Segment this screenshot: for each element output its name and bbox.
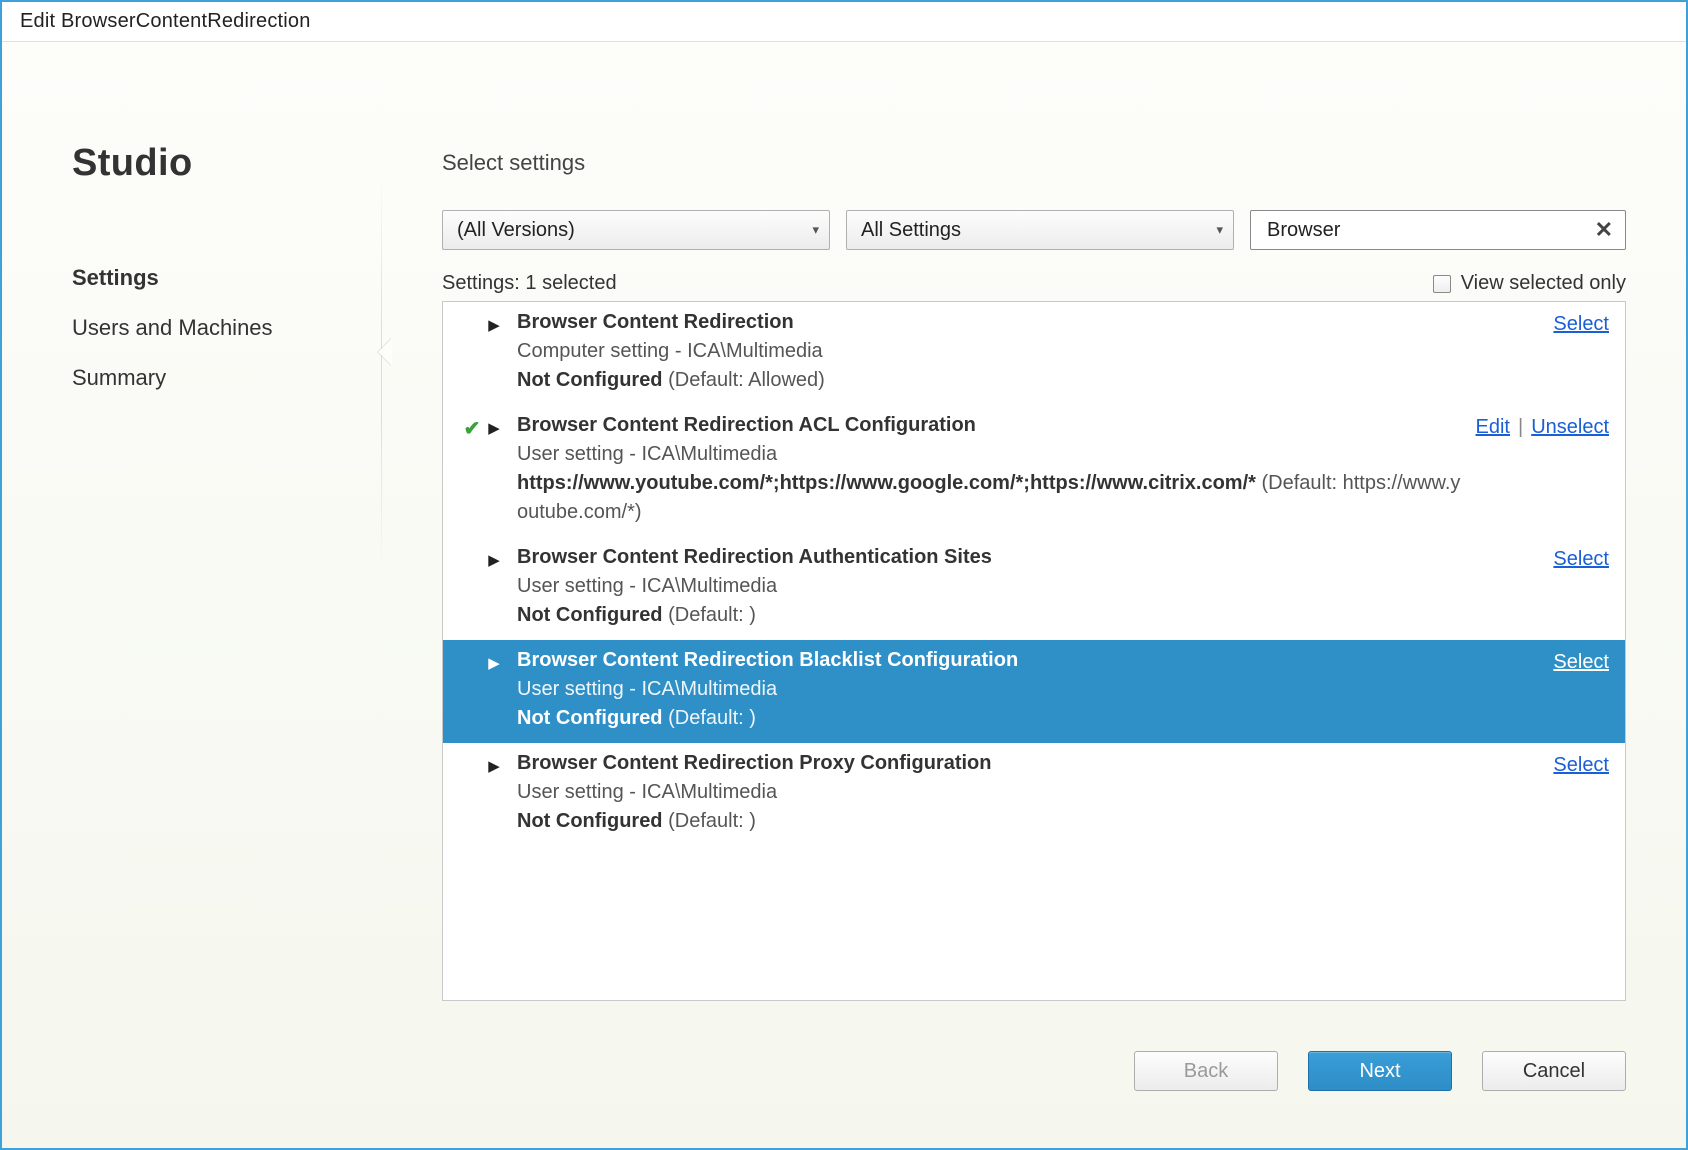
- setting-value: https://www.youtube.com/*;https://www.go…: [517, 469, 1462, 527]
- setting-state: Not Configured (Default: ): [517, 601, 1539, 630]
- settings-list[interactable]: ▶ Browser Content RedirectionComputer set…: [442, 301, 1626, 1001]
- sidebar: Studio Settings Users and Machines Summa…: [2, 42, 382, 1148]
- expand-arrow-icon[interactable]: ▶: [487, 753, 501, 778]
- chevron-down-icon: ▾: [812, 222, 819, 238]
- setting-category: User setting - ICA\Multimedia: [517, 440, 1462, 469]
- clear-search-icon[interactable]: ✕: [1591, 217, 1617, 243]
- setting-actions: Select: [1539, 749, 1609, 836]
- setting-title: Browser Content Redirection ACL Configur…: [517, 411, 1462, 440]
- filter-row: (All Versions) ▾ All Settings ▾ ✕: [442, 210, 1626, 250]
- settings-header: Settings: 1 selected View selected only: [442, 272, 1626, 295]
- setting-category: User setting - ICA\Multimedia: [517, 778, 1539, 807]
- search-box[interactable]: ✕: [1250, 210, 1626, 250]
- row-gutter: ▶: [463, 308, 517, 395]
- expand-arrow-icon[interactable]: ▶: [487, 415, 501, 440]
- setting-actions: Select: [1539, 646, 1609, 733]
- row-gutter: ▶: [463, 749, 517, 836]
- setting-content: Browser Content Redirection Blacklist Co…: [517, 646, 1539, 733]
- setting-title: Browser Content Redirection Proxy Config…: [517, 749, 1539, 778]
- select-link[interactable]: Select: [1553, 754, 1609, 776]
- setting-row[interactable]: ▶ Browser Content Redirection Blacklist C…: [443, 640, 1625, 743]
- setting-content: Browser Content Redirection Proxy Config…: [517, 749, 1539, 836]
- setting-actions: Edit | Unselect: [1462, 411, 1609, 527]
- setting-category: User setting - ICA\Multimedia: [517, 675, 1539, 704]
- back-button[interactable]: Back: [1134, 1051, 1278, 1091]
- row-gutter: ▶: [463, 543, 517, 630]
- page-title: Select settings: [442, 150, 1626, 176]
- row-gutter: ✔▶: [463, 411, 517, 527]
- view-selected-only-checkbox[interactable]: [1433, 275, 1451, 293]
- sidebar-item-summary[interactable]: Summary: [72, 353, 382, 403]
- action-separator: |: [1518, 416, 1523, 438]
- select-link[interactable]: Select: [1553, 548, 1609, 570]
- dialog-body: Studio Settings Users and Machines Summa…: [2, 42, 1686, 1148]
- expand-arrow-icon[interactable]: ▶: [487, 547, 501, 572]
- setting-category: User setting - ICA\Multimedia: [517, 572, 1539, 601]
- setting-content: Browser Content Redirection ACL Configur…: [517, 411, 1462, 527]
- view-selected-only-label: View selected only: [1461, 272, 1626, 295]
- cancel-button[interactable]: Cancel: [1482, 1051, 1626, 1091]
- setting-actions: Select: [1539, 543, 1609, 630]
- select-link[interactable]: Select: [1553, 651, 1609, 673]
- footer-buttons: Back Next Cancel: [442, 1001, 1626, 1091]
- sidebar-divider: [381, 172, 382, 572]
- setting-state: Not Configured (Default: ): [517, 704, 1539, 733]
- studio-title: Studio: [72, 142, 382, 185]
- sidebar-item-users-machines[interactable]: Users and Machines: [72, 303, 382, 353]
- sidebar-item-settings[interactable]: Settings: [72, 253, 382, 303]
- expand-arrow-icon[interactable]: ▶: [487, 312, 501, 337]
- main-panel: Select settings (All Versions) ▾ All Set…: [382, 42, 1686, 1148]
- setting-row[interactable]: ✔▶Browser Content Redirection ACL Config…: [443, 405, 1625, 537]
- select-link[interactable]: Select: [1553, 313, 1609, 335]
- window-title: Edit BrowserContentRedirection: [2, 2, 1686, 42]
- setting-title: Browser Content Redirection: [517, 308, 1539, 337]
- dialog-window: Edit BrowserContentRedirection Studio Se…: [0, 0, 1688, 1150]
- sidebar-item-label: Users and Machines: [72, 315, 273, 340]
- sidebar-item-label: Summary: [72, 365, 166, 390]
- search-input[interactable]: [1265, 218, 1591, 243]
- unselect-link[interactable]: Unselect: [1531, 416, 1609, 438]
- setting-category: Computer setting - ICA\Multimedia: [517, 337, 1539, 366]
- sidebar-item-label: Settings: [72, 265, 159, 290]
- setting-row[interactable]: ▶ Browser Content Redirection Authenticat…: [443, 537, 1625, 640]
- scope-dropdown-value: All Settings: [861, 219, 961, 242]
- setting-content: Browser Content Redirection Authenticati…: [517, 543, 1539, 630]
- version-dropdown[interactable]: (All Versions) ▾: [442, 210, 830, 250]
- setting-row[interactable]: ▶ Browser Content RedirectionComputer set…: [443, 302, 1625, 405]
- setting-title: Browser Content Redirection Blacklist Co…: [517, 646, 1539, 675]
- next-button[interactable]: Next: [1308, 1051, 1452, 1091]
- settings-count-label: Settings: 1 selected: [442, 272, 617, 295]
- version-dropdown-value: (All Versions): [457, 219, 575, 242]
- setting-state: Not Configured (Default: ): [517, 807, 1539, 836]
- checkmark-icon: ✔: [463, 415, 481, 444]
- sidebar-notch-icon: [378, 338, 392, 366]
- edit-link[interactable]: Edit: [1476, 416, 1510, 438]
- chevron-down-icon: ▾: [1216, 222, 1223, 238]
- row-gutter: ▶: [463, 646, 517, 733]
- setting-content: Browser Content RedirectionComputer sett…: [517, 308, 1539, 395]
- setting-actions: Select: [1539, 308, 1609, 395]
- setting-title: Browser Content Redirection Authenticati…: [517, 543, 1539, 572]
- expand-arrow-icon[interactable]: ▶: [487, 650, 501, 675]
- setting-state: Not Configured (Default: Allowed): [517, 366, 1539, 395]
- scope-dropdown[interactable]: All Settings ▾: [846, 210, 1234, 250]
- setting-row[interactable]: ▶ Browser Content Redirection Proxy Confi…: [443, 743, 1625, 846]
